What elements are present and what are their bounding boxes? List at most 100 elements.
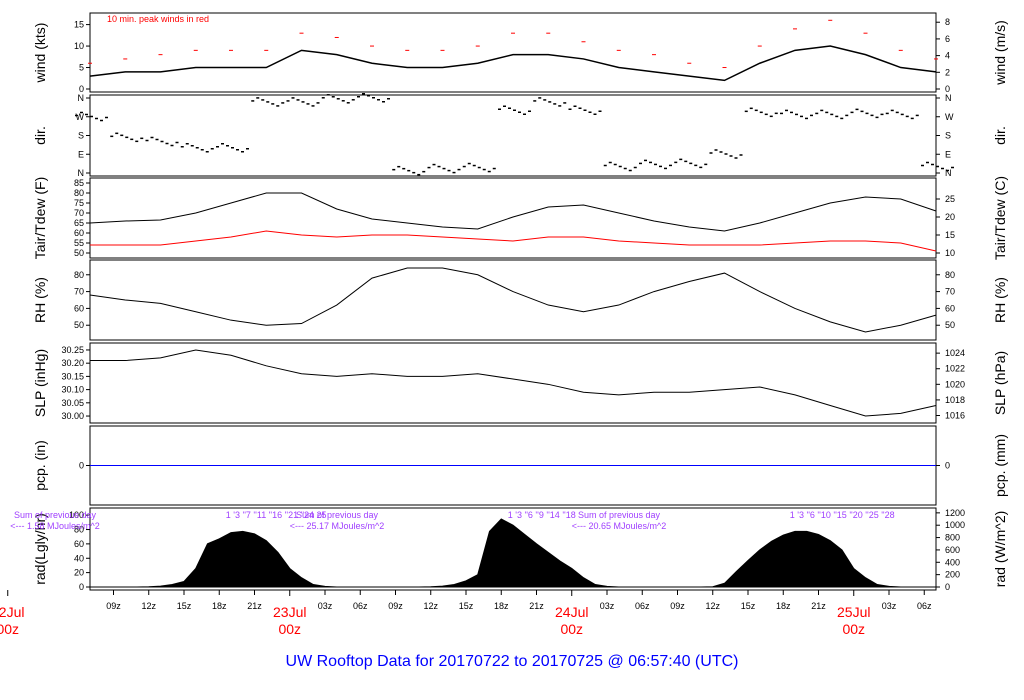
direction-point: [563, 102, 567, 104]
daily-sum-label: Sum of previous day: [14, 510, 97, 520]
time-tick-label: 09z: [670, 601, 685, 611]
direction-point: [377, 99, 380, 101]
slp-right-tick-label: 1022: [945, 364, 965, 374]
rh-left-tick-label: 50: [74, 320, 84, 330]
direction-right-tick-label: N: [945, 93, 952, 103]
direction-point: [870, 114, 874, 117]
direction-point: [115, 132, 119, 135]
direction-point: [855, 108, 859, 111]
direction-point: [180, 146, 184, 148]
direction-point: [341, 100, 345, 102]
rh-right-tick-label: 80: [945, 270, 955, 280]
direction-point: [467, 162, 471, 165]
direction-point: [810, 114, 813, 117]
direction-point: [704, 163, 708, 166]
direction-point: [392, 168, 396, 171]
direction-point: [926, 161, 929, 164]
radiation-right-tick-label: 1000: [945, 520, 965, 530]
radiation-right-tick-label: 1200: [945, 508, 965, 518]
temperature-panel-frame: [89, 177, 937, 259]
direction-point: [397, 165, 401, 168]
direction-point: [769, 115, 773, 118]
direction-point: [266, 101, 270, 103]
temperature-left-tick-label: 65: [74, 218, 84, 228]
direction-left-axis-label: dir.: [32, 126, 48, 145]
day-date-label: 22Jul: [0, 604, 24, 620]
direction-point: [588, 111, 592, 113]
direction-left-tick-label: S: [78, 131, 84, 141]
direction-point: [216, 146, 219, 148]
direction-point: [432, 163, 436, 166]
direction-point: [462, 165, 466, 168]
direction-right-tick-label: W: [945, 112, 954, 122]
direction-point: [442, 167, 446, 170]
direction-point: [281, 102, 285, 104]
direction-point: [301, 101, 305, 103]
slp-panel-frame: [89, 342, 937, 424]
direction-point: [226, 145, 229, 147]
direction-point: [633, 166, 637, 169]
direction-point: [679, 158, 683, 161]
direction-point: [407, 169, 411, 172]
temperature-right-tick-label: 10: [945, 248, 955, 258]
direction-point: [150, 136, 154, 139]
rh-panel-frame: [89, 259, 937, 341]
slp-left-tick-label: 30.05: [61, 398, 84, 408]
wind-left-tick-label: 10: [74, 41, 84, 51]
daily-sum-value: <--- 1.58 MJoules/m^2: [10, 521, 100, 531]
direction-point: [664, 167, 667, 170]
daily-sum-label: Sum of previous day: [296, 510, 379, 520]
direction-point: [195, 147, 199, 149]
temperature-right-axis-label: Tair/Tdew (C): [992, 176, 1008, 260]
wind-annotation: 10 min. peak winds in red: [107, 14, 209, 24]
direction-point: [709, 152, 713, 154]
day-date-label: 24Jul: [555, 604, 588, 620]
direction-point: [271, 103, 275, 105]
direction-point: [558, 105, 562, 107]
direction-point: [543, 99, 547, 101]
daily-sum-value: <--- 25.17 MJoules/m^2: [290, 521, 385, 531]
direction-point: [946, 169, 949, 172]
direction-point: [608, 161, 612, 164]
direction-point: [251, 100, 255, 102]
direction-point: [120, 134, 124, 137]
direction-point: [628, 169, 632, 172]
direction-point: [790, 111, 793, 114]
direction-point: [437, 165, 441, 168]
rh-left-tick-label: 80: [74, 270, 84, 280]
direction-point: [915, 114, 919, 117]
direction-point: [800, 115, 803, 118]
direction-point: [936, 165, 939, 168]
radiation-left-tick-label: 20: [74, 568, 84, 578]
direction-point: [503, 105, 506, 107]
direction-point: [326, 94, 330, 96]
direction-point: [850, 111, 854, 114]
direction-point: [548, 101, 552, 103]
time-tick-label: 12z: [705, 601, 720, 611]
direction-point: [931, 163, 934, 166]
direction-point: [820, 109, 824, 112]
direction-point: [75, 114, 78, 117]
direction-point: [346, 102, 350, 104]
direction-point: [734, 157, 738, 159]
direction-point: [95, 117, 98, 120]
time-tick-label: 18z: [212, 601, 227, 611]
direction-point: [744, 110, 748, 113]
rh-right-tick-label: 50: [945, 320, 955, 330]
rh-left-tick-label: 60: [74, 303, 84, 313]
direction-point: [684, 160, 688, 163]
direction-point: [498, 108, 501, 110]
day-time-label: 00z: [0, 621, 19, 637]
direction-point: [508, 107, 511, 109]
time-tick-label: 09z: [388, 601, 403, 611]
chart-title: UW Rooftop Data for 20170722 to 20170725…: [286, 653, 739, 670]
precip-left-tick-label: 0: [79, 461, 84, 471]
direction-point: [241, 151, 244, 153]
direction-point: [125, 136, 129, 139]
direction-point: [362, 93, 365, 95]
wind-panel-frame: [89, 12, 937, 93]
rh-right-tick-label: 60: [945, 303, 955, 313]
wind-left-axis-label: wind (kts): [32, 23, 48, 84]
direction-point: [523, 113, 526, 115]
air-temperature-series: [89, 192, 937, 232]
